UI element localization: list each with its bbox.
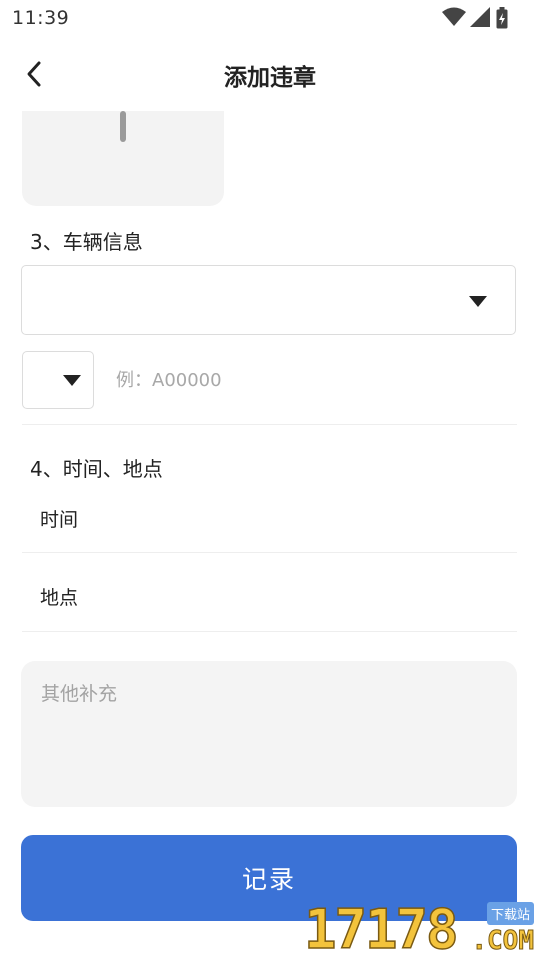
time-field[interactable]: 时间: [22, 490, 517, 550]
status-time: 11:39: [12, 7, 70, 29]
divider: [22, 552, 517, 553]
dropdown-arrow-icon: [63, 375, 81, 386]
watermark-suffix: .COM: [471, 926, 535, 957]
vehicle-select[interactable]: [21, 265, 516, 335]
header: 添加违章: [0, 40, 540, 108]
notes-textarea[interactable]: [21, 661, 517, 807]
divider: [22, 631, 517, 632]
time-label: 时间: [40, 509, 79, 531]
vehicle-section-title: 3、车辆信息: [30, 230, 143, 254]
battery-icon: [496, 7, 508, 29]
wifi-icon: [442, 7, 466, 26]
place-label: 地点: [40, 587, 79, 609]
record-button[interactable]: 记录: [21, 835, 517, 921]
plate-number-input[interactable]: [106, 354, 516, 406]
photo-upload-box[interactable]: [22, 111, 224, 206]
place-field[interactable]: 地点: [22, 568, 517, 628]
divider: [22, 424, 517, 425]
dropdown-arrow-icon: [469, 296, 487, 307]
signal-icon: [470, 7, 490, 27]
photo-placeholder-icon: [120, 111, 126, 142]
plate-prefix-select[interactable]: [22, 351, 94, 409]
status-bar: 11:39: [0, 0, 540, 36]
time-place-section-title: 4、时间、地点: [30, 457, 163, 481]
page-title: 添加违章: [224, 65, 316, 91]
